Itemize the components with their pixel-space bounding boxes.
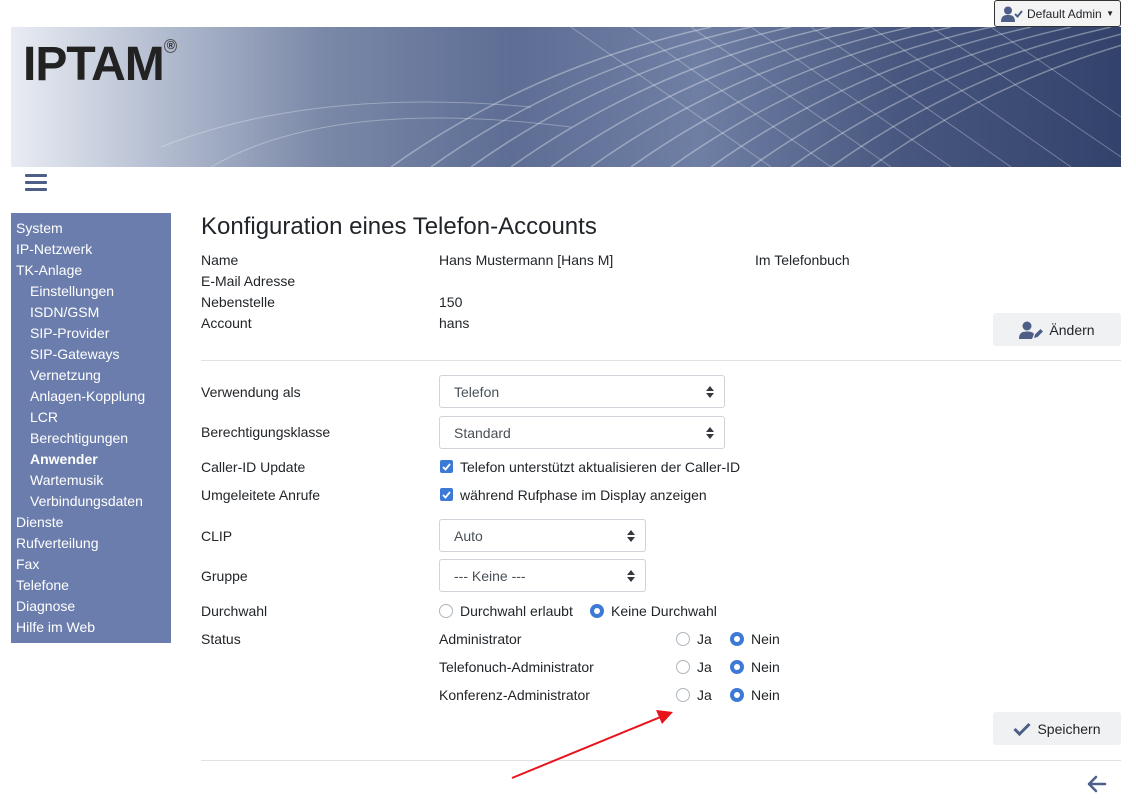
group-select-value: --- Keine --- — [454, 567, 526, 584]
select-arrows-icon — [627, 570, 635, 582]
class-select-value: Standard — [454, 424, 511, 441]
divider — [201, 360, 1121, 361]
sidebar: System IP-Netzwerk TK-Anlage Einstellung… — [11, 213, 171, 643]
callerid-checkbox[interactable] — [440, 460, 453, 473]
status-no-radio[interactable] — [730, 632, 744, 646]
banner-grid-pattern — [160, 27, 1121, 167]
status-yes-label: Ja — [697, 687, 712, 703]
status-row-label: Administrator — [439, 631, 522, 647]
sidebar-item-einstellungen[interactable]: Einstellungen — [11, 281, 171, 302]
check-icon — [442, 490, 451, 499]
account-value: hans — [439, 315, 470, 331]
sidebar-item-fax[interactable]: Fax — [11, 554, 171, 575]
status-no-label: Nein — [751, 631, 780, 647]
status-yes-radio[interactable] — [676, 632, 690, 646]
hamburger-menu-icon[interactable] — [25, 174, 47, 194]
select-arrows-icon — [627, 530, 635, 542]
user-menu-button[interactable]: Default Admin ▼ — [994, 0, 1121, 27]
user-edit-icon — [1019, 321, 1044, 339]
status-yes-radio[interactable] — [676, 660, 690, 674]
status-no-label: Nein — [751, 659, 780, 675]
status-row-label: Konferenz-Administrator — [439, 687, 590, 703]
sidebar-item-diagnose[interactable]: Diagnose — [11, 596, 171, 617]
annotation-arrow — [511, 710, 673, 779]
sidebar-item-verbindungsdaten[interactable]: Verbindungsdaten — [11, 491, 171, 512]
user-menu-label: Default Admin — [1027, 6, 1102, 21]
status-label: Status — [201, 631, 241, 647]
sidebar-item-system[interactable]: System — [11, 218, 171, 239]
name-label: Name — [201, 252, 239, 268]
account-label: Account — [201, 315, 252, 331]
sidebar-item-berechtigungen[interactable]: Berechtigungen — [11, 428, 171, 449]
change-button-label: Ändern — [1049, 321, 1095, 338]
callerid-text: Telefon unterstützt aktualisieren der Ca… — [460, 459, 741, 475]
status-no-radio[interactable] — [730, 688, 744, 702]
status-no-radio[interactable] — [730, 660, 744, 674]
clip-select-value: Auto — [454, 527, 483, 544]
sidebar-item-lcr[interactable]: LCR — [11, 407, 171, 428]
class-label: Berechtigungsklasse — [201, 424, 331, 440]
phonebook-label: Im Telefonbuch — [755, 252, 850, 268]
usage-label: Verwendung als — [201, 384, 301, 400]
status-yes-label: Ja — [697, 659, 712, 675]
iptam-logo: IPTAM ® — [23, 39, 177, 89]
select-arrows-icon — [706, 386, 714, 398]
ddi-allowed-label: Durchwahl erlaubt — [460, 603, 573, 619]
ddi-none-radio[interactable] — [590, 604, 604, 618]
sidebar-item-sip-provider[interactable]: SIP-Provider — [11, 323, 171, 344]
select-arrows-icon — [706, 427, 714, 439]
status-row-label: Telefonuch-Administrator — [439, 659, 594, 675]
class-select[interactable]: Standard — [439, 416, 725, 449]
group-label: Gruppe — [201, 568, 248, 584]
header-banner: IPTAM ® — [11, 27, 1121, 167]
status-yes-label: Ja — [697, 631, 712, 647]
caret-down-icon: ▼ — [1106, 9, 1114, 18]
usage-select[interactable]: Telefon — [439, 375, 725, 408]
callerid-label: Caller-ID Update — [201, 459, 306, 475]
user-check-icon — [1001, 6, 1023, 22]
redirect-text: während Rufphase im Display anzeigen — [460, 487, 707, 503]
sidebar-item-rufverteilung[interactable]: Rufverteilung — [11, 533, 171, 554]
sidebar-item-anwender[interactable]: Anwender — [11, 449, 171, 470]
redirect-label: Umgeleitete Anrufe — [201, 487, 321, 503]
sidebar-item-tk-anlage[interactable]: TK-Anlage — [11, 260, 171, 281]
save-button-label: Speichern — [1037, 720, 1101, 737]
ddi-none-label: Keine Durchwahl — [611, 603, 717, 619]
sidebar-item-vernetzung[interactable]: Vernetzung — [11, 365, 171, 386]
change-button[interactable]: Ändern — [993, 313, 1121, 346]
arrow-left-icon[interactable] — [1087, 774, 1107, 794]
sidebar-item-anlagen-kopplung[interactable]: Anlagen-Kopplung — [11, 386, 171, 407]
ddi-label: Durchwahl — [201, 603, 268, 619]
sidebar-item-wartemusik[interactable]: Wartemusik — [11, 470, 171, 491]
usage-select-value: Telefon — [454, 383, 500, 400]
check-icon — [442, 462, 451, 471]
sidebar-item-dienste[interactable]: Dienste — [11, 512, 171, 533]
status-yes-radio[interactable] — [676, 688, 690, 702]
extension-value: 150 — [439, 294, 463, 310]
sidebar-item-isdn-gsm[interactable]: ISDN/GSM — [11, 302, 171, 323]
redirect-checkbox[interactable] — [440, 488, 453, 501]
extension-label: Nebenstelle — [201, 294, 275, 310]
page-title: Konfiguration eines Telefon-Accounts — [201, 213, 597, 240]
clip-select[interactable]: Auto — [439, 519, 646, 552]
sidebar-item-telefone[interactable]: Telefone — [11, 575, 171, 596]
email-label: E-Mail Adresse — [201, 273, 296, 289]
sidebar-item-hilfe-im-web[interactable]: Hilfe im Web — [11, 617, 171, 638]
sidebar-item-ip-netzwerk[interactable]: IP-Netzwerk — [11, 239, 171, 260]
name-value: Hans Mustermann [Hans M] — [439, 252, 614, 268]
ddi-allowed-radio[interactable] — [439, 604, 453, 618]
save-button[interactable]: Speichern — [993, 712, 1121, 745]
clip-label: CLIP — [201, 528, 233, 544]
sidebar-item-sip-gateways[interactable]: SIP-Gateways — [11, 344, 171, 365]
status-no-label: Nein — [751, 687, 780, 703]
group-select[interactable]: --- Keine --- — [439, 559, 646, 592]
check-icon — [1013, 722, 1032, 736]
